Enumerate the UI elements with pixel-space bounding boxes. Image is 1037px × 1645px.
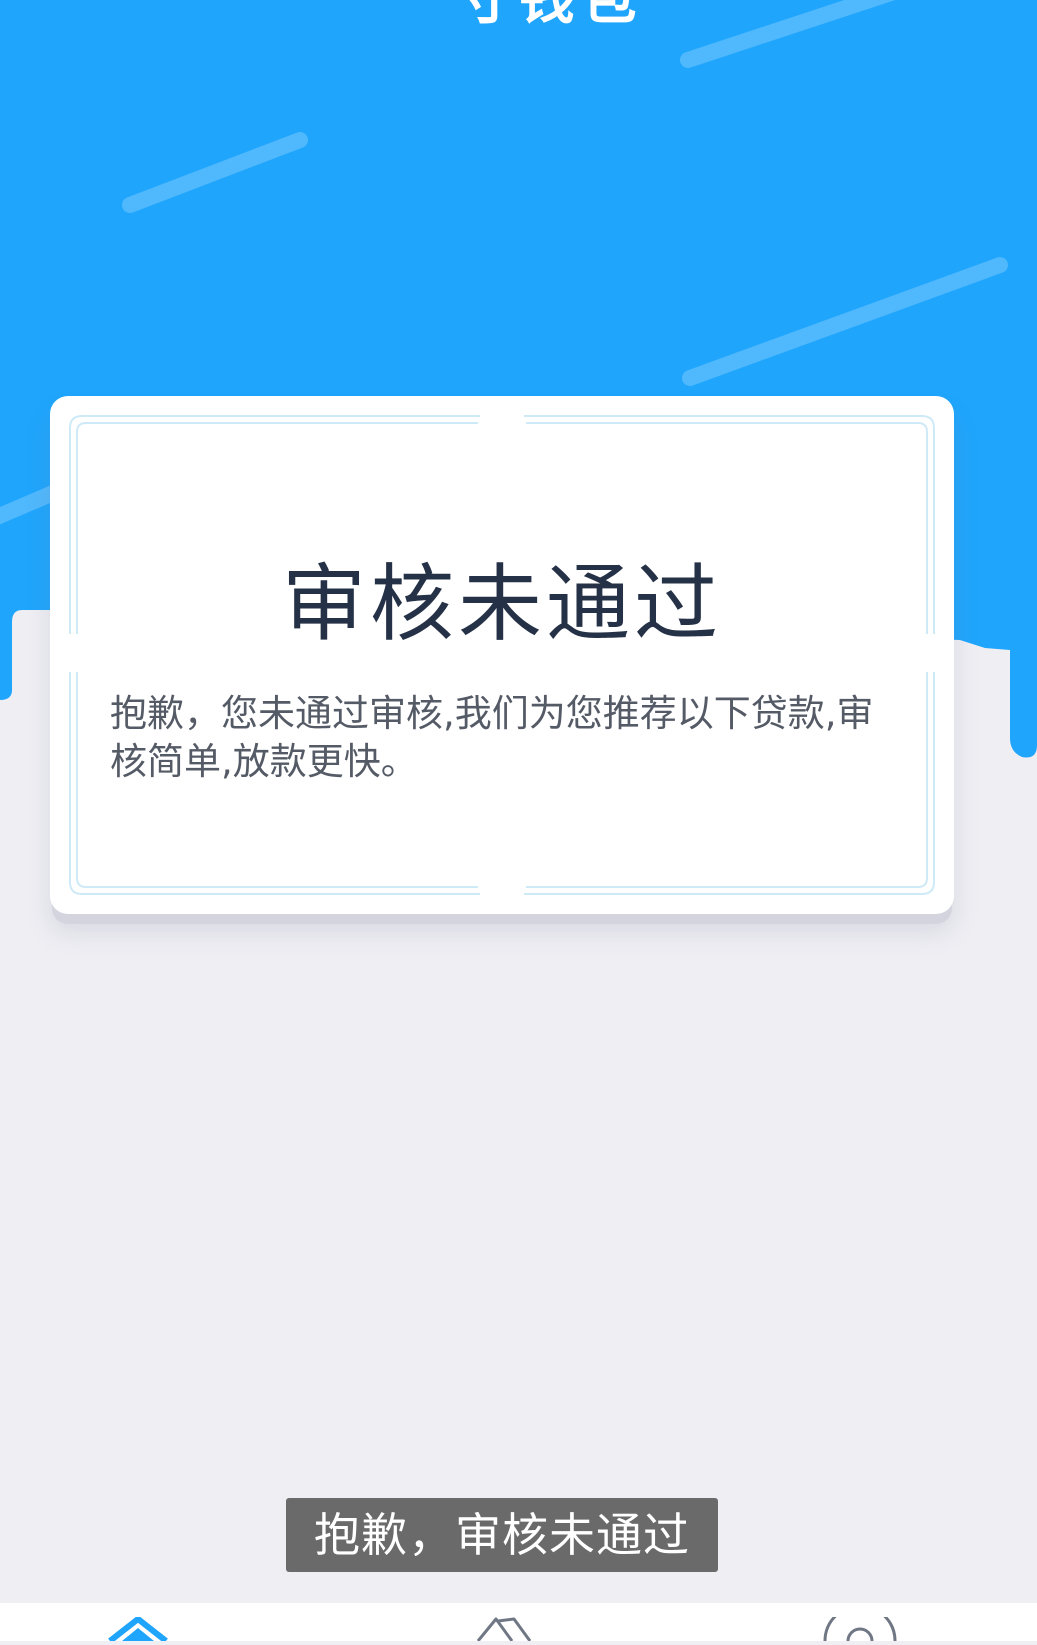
toast-message: 抱歉，审核未通过 [286,1498,718,1572]
review-status-message: 抱歉，您未通过审核,我们为您推荐以下贷款,审核简单,放款更快。 [110,692,874,783]
user-icon [823,1604,897,1642]
app-title: 一寸钱包 [0,0,1037,30]
card-decorative-border [69,415,935,895]
loan-icon [476,1617,532,1642]
review-status-title: 审核未通过 [281,555,722,653]
result-card: 审核未通过 抱歉，您未通过审核,我们为您推荐以下贷款,审核简单,放款更快。 [50,396,954,914]
bottom-tabbar [0,1603,1037,1644]
tab-home[interactable] [108,1616,168,1644]
tab-profile[interactable] [822,1604,898,1642]
home-icon [108,1616,168,1644]
tab-loan[interactable] [474,1617,534,1642]
